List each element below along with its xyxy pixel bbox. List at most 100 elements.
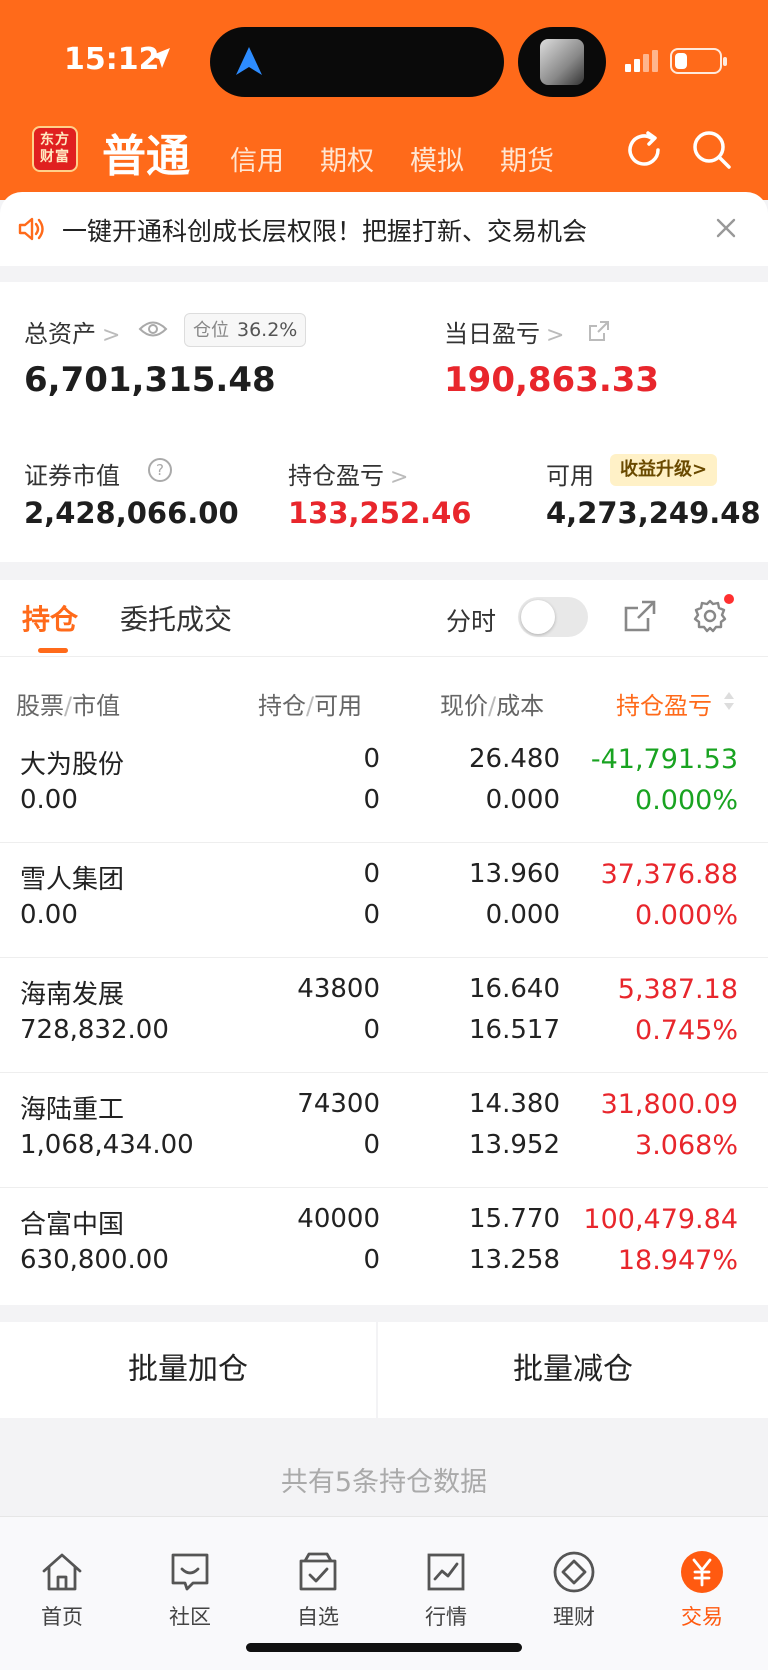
community-icon [171,1553,209,1591]
battery-icon [670,48,727,74]
export-icon[interactable] [622,598,658,634]
eye-icon[interactable] [138,318,168,340]
sort-icon[interactable] [722,690,736,712]
holding-row[interactable]: 海南发展 728,832.00 43800 0 16.640 16.517 5,… [0,958,768,1073]
batch-action-bar: 批量加仓 批量减仓 [0,1322,768,1418]
securities-value: 2,428,066.00 [24,496,239,530]
tab-wealth[interactable]: 理财 [524,1549,624,1631]
divider [0,656,768,657]
holding-row[interactable]: 大为股份 0.00 0 0 26.480 0.000 -41,791.53 0.… [0,728,768,843]
tab-orders[interactable]: 委托成交 [120,598,232,638]
refresh-icon[interactable] [622,128,666,172]
stock-name: 海南发展 [20,980,125,1010]
holding-row[interactable]: 雪人集团 0.00 0 0 13.960 0.000 37,376.88 0.0… [0,843,768,958]
tab-watchlist[interactable]: 自选 [268,1549,368,1631]
tab-options[interactable]: 期权 [320,139,374,178]
stock-name: 大为股份 [20,750,125,780]
stock-available: 0 [363,1130,380,1160]
total-assets-label[interactable]: 总资产 > [24,314,120,349]
daily-pl-label[interactable]: 当日盈亏 > [444,314,564,349]
position-ratio-label: 仓位 [193,320,229,341]
stock-pl-percent: 0.000% [635,900,738,931]
help-icon[interactable]: ? [148,458,172,482]
tab-home[interactable]: 首页 [12,1549,112,1631]
tab-home-label: 首页 [41,1605,83,1629]
stock-available: 0 [363,1245,380,1275]
holding-pl-label-text: 持仓盈亏 [288,462,384,490]
stock-pl-percent: 18.947% [617,1245,738,1276]
stock-position: 0 [363,859,380,889]
stock-pl-percent: 0.000% [635,785,738,816]
stock-name: 合富中国 [20,1210,125,1240]
home-indicator [246,1643,522,1652]
tab-wealth-label: 理财 [553,1605,595,1629]
stock-pl: 31,800.09 [600,1089,738,1120]
col-available: 可用 [314,692,363,720]
col-cost: 成本 [496,692,545,720]
tab-market-label: 行情 [425,1605,467,1629]
tab-market[interactable]: 行情 [396,1549,496,1631]
location-arrow-icon [150,48,170,68]
island-media [518,27,606,97]
total-assets-value: 6,701,315.48 [24,360,276,400]
stock-price: 13.960 [469,859,560,889]
stock-market-value: 0.00 [20,785,78,815]
stock-cost: 16.517 [469,1015,560,1045]
share-icon[interactable] [588,320,610,342]
stock-name: 雪人集团 [20,865,125,895]
col-price-header: 现价/成本 [440,692,545,720]
holding-pl-value: 133,252.46 [288,496,472,530]
stock-cost: 13.258 [469,1245,560,1275]
tab-normal[interactable]: 普通 [102,120,190,184]
stock-position: 74300 [297,1089,380,1119]
stock-pl-percent: 0.745% [635,1015,738,1046]
stock-market-value: 728,832.00 [20,1015,169,1045]
total-assets-label-text: 总资产 [24,320,96,348]
holding-row[interactable]: 合富中国 630,800.00 40000 0 15.770 13.258 10… [0,1188,768,1303]
app-logo: 东方 财富 [32,126,78,172]
notice-bar[interactable]: 一键开通科创成长层权限！把握打新、交易机会 [0,192,768,266]
stock-available: 0 [363,1015,380,1045]
col-pl-header[interactable]: 持仓盈亏 [616,686,712,721]
stock-position: 0 [363,744,380,774]
position-ratio-value: 36.2% [237,319,298,341]
tab-watchlist-label: 自选 [297,1605,339,1629]
stock-price: 14.380 [469,1089,560,1119]
col-position: 持仓 [258,692,306,720]
search-icon[interactable] [690,128,734,172]
tab-credit[interactable]: 信用 [230,139,284,178]
tab-trade[interactable]: 交易 [652,1549,752,1631]
holding-pl-label[interactable]: 持仓盈亏 > [288,456,408,491]
fenshi-toggle[interactable] [518,597,588,637]
col-price: 现价 [440,692,488,720]
stock-price: 16.640 [469,974,560,1004]
tab-futures[interactable]: 期货 [500,139,554,178]
daily-pl-value: 190,863.33 [444,360,660,400]
stock-price: 15.770 [469,1204,560,1234]
home-icon [42,1553,82,1591]
stock-cost: 0.000 [485,900,560,930]
tab-simulation[interactable]: 模拟 [410,139,464,178]
status-time: 15:12 [64,42,160,77]
upgrade-badge[interactable]: 收益升级> [610,454,718,486]
batch-add-button[interactable]: 批量加仓 [0,1322,376,1418]
tab-community[interactable]: 社区 [140,1549,240,1631]
notification-dot [724,594,734,604]
tab-holdings[interactable]: 持仓 [22,598,78,638]
dynamic-island [210,27,504,97]
close-icon[interactable] [714,216,738,240]
batch-reduce-button[interactable]: 批量减仓 [378,1322,768,1418]
top-header: 15:12 东方 财富 普通 信用 期权 模拟 期货 [0,0,768,200]
stock-cost: 13.952 [469,1130,560,1160]
stock-pl: 5,387.18 [617,974,738,1005]
signal-icon [625,50,658,72]
stock-pl: 100,479.84 [583,1204,738,1235]
notice-text: 一键开通科创成长层权限！把握打新、交易机会 [62,217,588,246]
available-label: 可用 [546,462,594,490]
holdings-count-note: 共有5条持仓数据 [280,1467,488,1498]
stock-pl: -41,791.53 [590,744,738,775]
logo-text-top: 东方 [40,132,70,148]
settings-gear-icon[interactable] [692,598,728,634]
position-ratio-badge: 仓位 36.2% [184,313,307,347]
holding-row[interactable]: 海陆重工 1,068,434.00 74300 0 14.380 13.952 … [0,1073,768,1188]
